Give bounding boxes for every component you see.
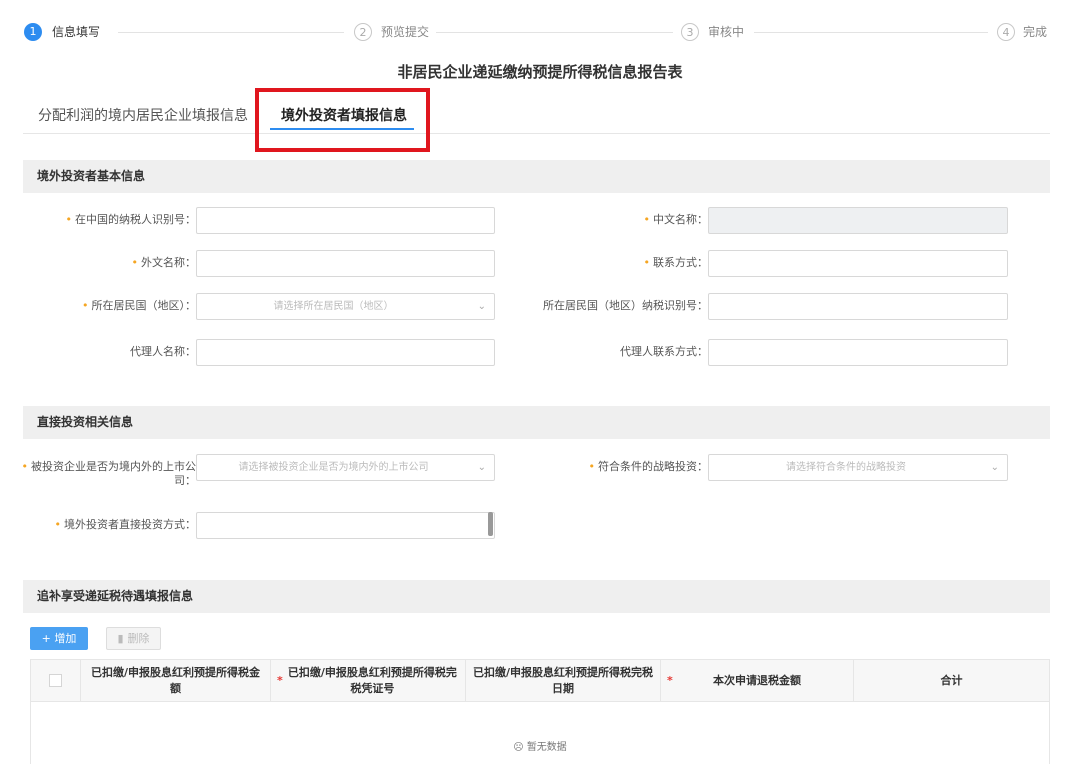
- required-mark: •: [54, 518, 62, 531]
- column-header-certificate-no: * 已扣缴/申报股息红利预提所得税完税凭证号: [271, 660, 466, 701]
- tax-id-label: • 在中国的纳税人识别号：: [65, 213, 197, 226]
- step-3-label: 审核中: [708, 25, 745, 39]
- step-1-label: 信息填写: [52, 25, 101, 39]
- foreign-name-input[interactable]: [196, 250, 495, 277]
- residence-select[interactable]: 请选择所在居民国（地区） ⌄: [196, 293, 495, 320]
- tab-domestic-enterprise[interactable]: 分配利润的境内居民企业填报信息: [38, 107, 248, 125]
- trash-icon: ▮: [117, 632, 124, 645]
- investment-method-label: • 境外投资者直接投资方式：: [54, 518, 197, 531]
- section-header-supplement: 追补享受递延税待遇填报信息: [23, 580, 1050, 613]
- required-mark: *: [277, 673, 283, 687]
- column-header-withheld-amount: 已扣缴/申报股息红利预提所得税金额: [81, 660, 271, 701]
- step-2-label: 预览提交: [381, 25, 430, 39]
- strategic-investment-select[interactable]: 请选择符合条件的战略投资 ⌄: [708, 454, 1008, 481]
- column-header-total: 合计: [940, 673, 963, 687]
- chevron-down-icon: ⌄: [477, 301, 486, 312]
- table-header: 已扣缴/申报股息红利预提所得税金额 * 已扣缴/申报股息红利预提所得税完税凭证号 …: [30, 659, 1050, 702]
- column-header-refund-amount: * 本次申请退税金额: [661, 660, 854, 701]
- contact-label: • 联系方式：: [643, 256, 709, 269]
- agent-name-input[interactable]: [196, 339, 495, 366]
- section-header-direct: 直接投资相关信息: [23, 406, 1050, 439]
- agent-name-label: 代理人名称：: [130, 345, 196, 358]
- step-2-number: 2: [354, 23, 372, 41]
- foreign-name-label: • 外文名称：: [131, 256, 197, 269]
- tab-divider: [23, 133, 1050, 134]
- required-mark: •: [131, 256, 139, 269]
- step-divider: [754, 32, 988, 33]
- residence-label: • 所在居民国（地区）：: [82, 299, 196, 312]
- textarea-scrollbar[interactable]: [488, 512, 493, 536]
- investment-method-input[interactable]: [196, 512, 495, 539]
- page-title: 非居民企业递延缴纳预提所得税信息报告表: [397, 63, 683, 81]
- listed-company-select[interactable]: 请选择被投资企业是否为境内外的上市公司 ⌄: [196, 454, 495, 481]
- select-all-checkbox[interactable]: [49, 674, 62, 687]
- cn-name-label: • 中文名称：: [643, 213, 709, 226]
- strategic-investment-placeholder: 请选择符合条件的战略投资: [786, 462, 906, 473]
- required-mark: •: [65, 213, 73, 226]
- listed-company-label: • 被投资企业是否为境内外的上市公 司：: [21, 460, 197, 487]
- agent-contact-input[interactable]: [708, 339, 1008, 366]
- section-header-basic: 境外投资者基本信息: [23, 160, 1050, 193]
- required-mark: •: [82, 299, 89, 312]
- empty-state: ☹ 暂无数据: [513, 742, 567, 753]
- step-divider: [118, 32, 344, 33]
- required-mark: *: [667, 673, 673, 687]
- step-3-number: 3: [681, 23, 699, 41]
- delete-row-button[interactable]: ▮ 删除: [106, 627, 161, 650]
- column-header-payment-date: 已扣缴/申报股息红利预提所得税完税日期: [466, 660, 661, 701]
- add-row-button[interactable]: + 增加: [30, 627, 88, 650]
- required-mark: •: [21, 460, 29, 473]
- required-mark: •: [643, 213, 651, 226]
- residence-tax-id-label: 所在居民国（地区）纳税识别号：: [543, 299, 708, 312]
- listed-company-placeholder: 请选择被投资企业是否为境内外的上市公司: [238, 462, 429, 473]
- agent-contact-label: 代理人联系方式：: [620, 345, 708, 358]
- tax-id-input[interactable]: [196, 207, 495, 234]
- strategic-investment-label: • 符合条件的战略投资：: [588, 460, 709, 473]
- required-mark: •: [643, 256, 651, 269]
- table-body: ☹ 暂无数据: [30, 702, 1050, 764]
- contact-input[interactable]: [708, 250, 1008, 277]
- chevron-down-icon: ⌄: [990, 462, 999, 473]
- required-mark: •: [588, 460, 596, 473]
- chevron-down-icon: ⌄: [477, 462, 486, 473]
- residence-tax-id-input[interactable]: [708, 293, 1008, 320]
- select-all-cell: [31, 660, 81, 701]
- highlight-annotation-box: [255, 88, 430, 152]
- step-divider: [436, 32, 673, 33]
- empty-face-icon: ☹: [513, 742, 524, 753]
- step-4-number: 4: [997, 23, 1015, 41]
- cn-name-input: [708, 207, 1008, 234]
- step-4-label: 完成: [1023, 25, 1048, 39]
- step-1-number: 1: [24, 23, 42, 41]
- residence-placeholder: 请选择所在居民国（地区）: [273, 301, 394, 312]
